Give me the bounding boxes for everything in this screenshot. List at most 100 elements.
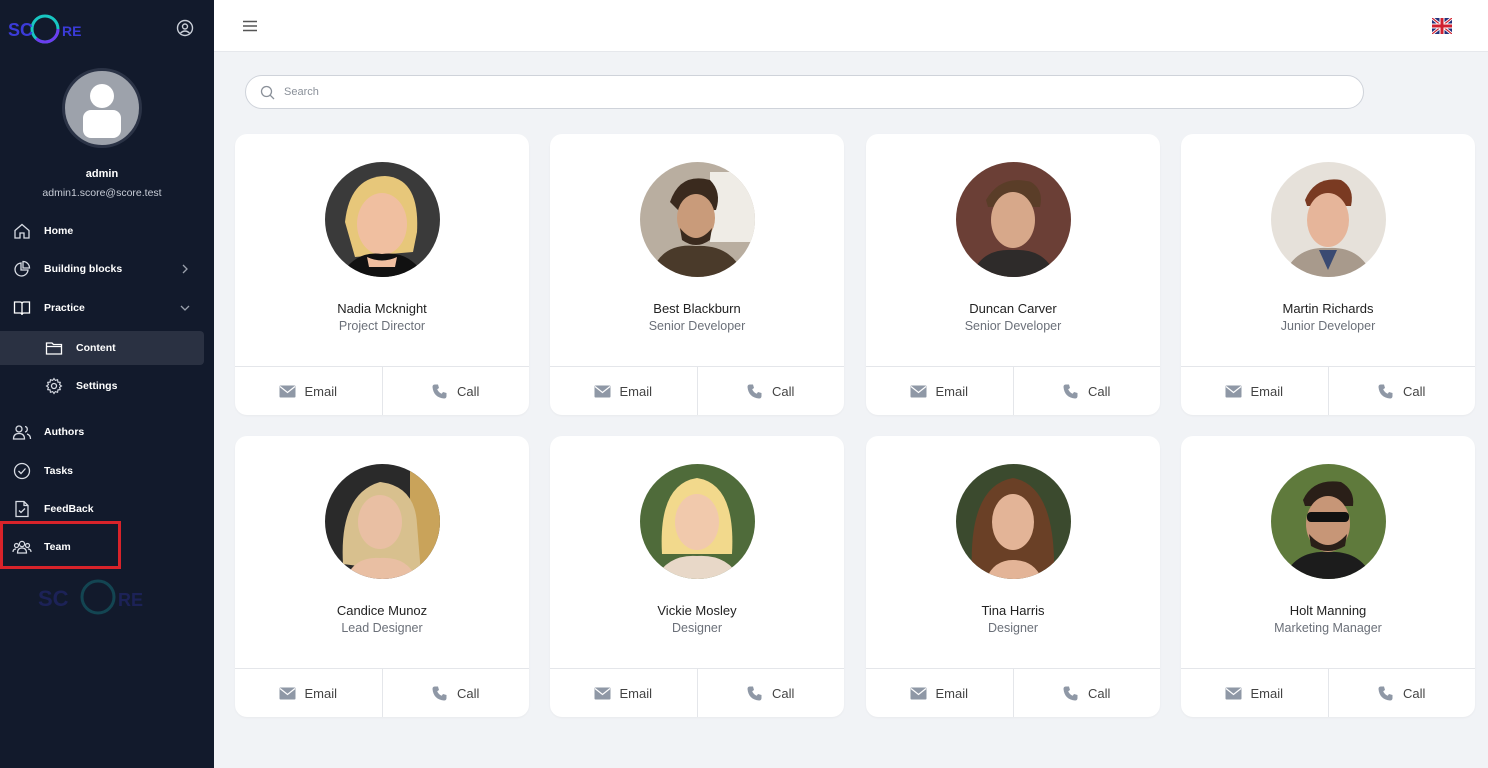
hamburger-menu-icon[interactable] (241, 17, 259, 35)
nav-label-content: Content (76, 342, 116, 354)
phone-icon (432, 384, 447, 398)
pie-chart-icon (12, 259, 32, 279)
member-photo (956, 162, 1071, 277)
nav-item-building-blocks[interactable]: Building blocks (0, 252, 204, 286)
call-label: Call (772, 383, 795, 399)
email-button[interactable]: Email (1181, 367, 1328, 415)
team-highlight-box (0, 521, 121, 569)
email-button[interactable]: Email (235, 367, 382, 415)
member-name: Holt Manning (1289, 603, 1367, 618)
envelope-icon (594, 687, 611, 699)
call-button[interactable]: Call (1012, 669, 1161, 717)
search-bar[interactable] (245, 75, 1364, 109)
nav-label-tasks: Tasks (44, 465, 73, 477)
nav-label-building-blocks: Building blocks (44, 263, 123, 275)
call-label: Call (772, 685, 795, 701)
email-button[interactable]: Email (550, 669, 697, 717)
email-label: Email (304, 685, 337, 701)
user-name: admin (85, 168, 119, 180)
member-role: Senior Developer (964, 319, 1062, 333)
envelope-icon (910, 687, 927, 699)
call-label: Call (457, 685, 480, 701)
home-icon (12, 221, 32, 241)
call-label: Call (1403, 383, 1426, 399)
email-button[interactable]: Email (1181, 669, 1328, 717)
team-card: Duncan Carver Senior Developer Email Cal… (866, 134, 1160, 415)
member-name: Duncan Carver (969, 301, 1057, 316)
envelope-icon (1225, 385, 1242, 397)
phone-icon (747, 384, 762, 398)
team-card: Tina Harris Designer Email Call (866, 436, 1160, 717)
nav-item-home[interactable]: Home (0, 214, 204, 248)
call-button[interactable]: Call (381, 669, 530, 717)
uk-flag-icon[interactable] (1432, 18, 1452, 34)
member-role: Marketing Manager (1274, 621, 1382, 635)
call-button[interactable]: Call (696, 669, 845, 717)
member-photo (640, 162, 755, 277)
member-name: Best Blackburn (653, 301, 741, 316)
member-role: Junior Developer (1280, 319, 1376, 333)
call-button[interactable]: Call (1012, 367, 1161, 415)
card-actions: Email Call (235, 366, 529, 415)
team-card: Martin Richards Junior Developer Email C… (1181, 134, 1475, 415)
envelope-icon (279, 687, 296, 699)
call-button[interactable]: Call (381, 367, 530, 415)
email-button[interactable]: Email (550, 367, 697, 415)
user-circle-icon[interactable] (176, 19, 194, 37)
email-label: Email (619, 685, 652, 701)
users-icon (12, 422, 32, 442)
member-role: Lead Designer (341, 621, 423, 635)
call-button[interactable]: Call (696, 367, 845, 415)
phone-icon (1063, 384, 1078, 398)
user-email: admin1.score@score.test (42, 187, 162, 199)
nav-label-home: Home (44, 225, 74, 237)
member-photo (325, 464, 440, 579)
member-photo (640, 464, 755, 579)
chevron-down-icon (180, 305, 190, 311)
card-actions: Email Call (1181, 366, 1475, 415)
search-icon (260, 85, 275, 100)
call-button[interactable]: Call (1327, 367, 1476, 415)
nav-item-practice[interactable]: Practice (0, 291, 204, 325)
score-logo[interactable]: SC RE (8, 12, 88, 46)
team-card: Holt Manning Marketing Manager Email Cal… (1181, 436, 1475, 717)
team-card: Best Blackburn Senior Developer Email Ca… (550, 134, 844, 415)
svg-text:RE: RE (62, 23, 81, 39)
card-actions: Email Call (866, 366, 1160, 415)
member-photo (956, 464, 1071, 579)
email-button[interactable]: Email (866, 367, 1013, 415)
sidebar: SC RE admin admin1.score@score.test Home… (0, 0, 214, 768)
envelope-icon (910, 385, 927, 397)
nav-label-practice: Practice (44, 302, 85, 314)
nav-label-feedback: FeedBack (44, 503, 94, 515)
card-actions: Email Call (1181, 668, 1475, 717)
email-button[interactable]: Email (866, 669, 1013, 717)
profile-avatar[interactable] (62, 68, 142, 148)
member-photo (1271, 464, 1386, 579)
team-card: Vickie Mosley Designer Email Call (550, 436, 844, 717)
email-button[interactable]: Email (235, 669, 382, 717)
folder-icon (44, 338, 64, 358)
nav-label-authors: Authors (44, 426, 85, 438)
call-label: Call (1088, 383, 1111, 399)
nav-label-settings: Settings (76, 380, 118, 392)
card-actions: Email Call (550, 668, 844, 717)
svg-text:SC: SC (38, 586, 69, 611)
svg-text:RE: RE (118, 590, 143, 610)
phone-icon (1378, 384, 1393, 398)
member-role: Designer (671, 621, 723, 635)
team-card: Candice Munoz Lead Designer Email Call (235, 436, 529, 717)
call-label: Call (1088, 685, 1111, 701)
book-icon (12, 298, 32, 318)
member-name: Nadia Mcknight (337, 301, 427, 316)
email-label: Email (1250, 685, 1283, 701)
call-button[interactable]: Call (1327, 669, 1476, 717)
member-name: Candice Munoz (336, 603, 428, 618)
nav-item-content[interactable]: Content (0, 331, 204, 365)
nav-item-settings[interactable]: Settings (0, 369, 204, 403)
svg-text:SC: SC (8, 20, 33, 40)
email-label: Email (1250, 383, 1283, 399)
nav-item-tasks[interactable]: Tasks (0, 454, 204, 488)
search-input[interactable] (284, 82, 1344, 102)
nav-item-authors[interactable]: Authors (0, 415, 204, 449)
